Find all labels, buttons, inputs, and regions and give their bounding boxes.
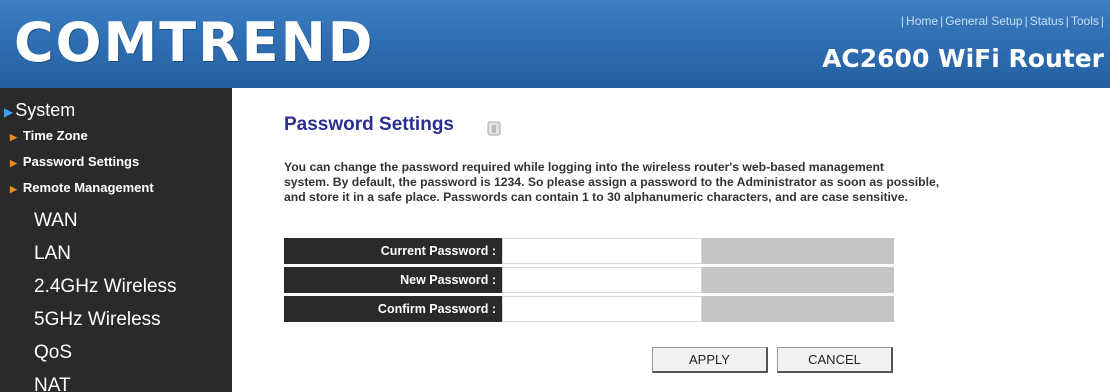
nav-link-general-setup[interactable]: General Setup	[945, 14, 1022, 28]
confirm-password-label: Confirm Password :	[284, 296, 502, 322]
sidebar-item-lan[interactable]: LAN	[34, 243, 177, 276]
top-nav-links: | Home | General Setup | Status | Tools |	[900, 14, 1104, 28]
sidebar-menu: WAN LAN 2.4GHz Wireless 5GHz Wireless Qo…	[34, 210, 177, 392]
sidebar-subitem-label: Time Zone	[22, 128, 88, 143]
description-line: system. By default, the password is 1234…	[284, 175, 940, 189]
apply-button[interactable]: APPLY	[652, 347, 768, 373]
sidebar-subitem-label: Remote Management	[22, 180, 154, 195]
row-filler	[702, 296, 894, 322]
nav-link-tools[interactable]: Tools	[1071, 14, 1099, 28]
confirm-password-field-wrap	[502, 296, 702, 322]
header-banner: COMTREND | Home | General Setup | Status | Tool…	[0, 0, 1110, 88]
new-password-label: New Password :	[284, 267, 502, 293]
sidebar-subitem-password-settings[interactable]: ▶ Password Settings	[10, 154, 154, 180]
sidebar: ▶ System ▶ Time Zone ▶ Password Settings ▶ R…	[0, 88, 232, 392]
password-form: Current Password : New Password : Confir…	[284, 238, 894, 325]
nav-link-status[interactable]: Status	[1030, 14, 1064, 28]
sidebar-item-24ghz-wireless[interactable]: 2.4GHz Wireless	[34, 276, 177, 309]
description-line: You can change the password required whi…	[284, 160, 884, 174]
main-content: Password Settings You can change the pas…	[232, 88, 1110, 392]
new-password-input[interactable]	[503, 268, 701, 292]
sidebar-item-wan[interactable]: WAN	[34, 210, 177, 243]
description-text: You can change the password required whi…	[284, 160, 1110, 205]
sidebar-subitem-time-zone[interactable]: ▶ Time Zone	[10, 128, 154, 154]
page-title: Password Settings	[284, 114, 454, 135]
new-password-field-wrap	[502, 267, 702, 293]
triangle-right-icon: ▶	[4, 105, 14, 119]
triangle-right-icon: ▶	[10, 158, 17, 168]
confirm-password-input[interactable]	[503, 297, 701, 321]
sidebar-item-5ghz-wireless[interactable]: 5GHz Wireless	[34, 309, 177, 342]
sidebar-item-nat[interactable]: NAT	[34, 375, 177, 392]
row-filler	[702, 267, 894, 293]
sidebar-item-qos[interactable]: QoS	[34, 342, 177, 375]
sidebar-subitem-label: Password Settings	[22, 154, 140, 169]
help-icon[interactable]	[486, 120, 502, 136]
cancel-button[interactable]: CANCEL	[777, 347, 893, 373]
nav-link-home[interactable]: Home	[906, 14, 938, 28]
sidebar-item-system[interactable]: ▶ System	[4, 100, 75, 122]
form-row-new-password: New Password :	[284, 267, 894, 293]
row-filler	[702, 238, 894, 264]
product-name: AC2600 WiFi Router	[822, 44, 1104, 73]
form-row-current-password: Current Password :	[284, 238, 894, 264]
sidebar-submenu: ▶ Time Zone ▶ Password Settings ▶ Remote Ma…	[10, 128, 154, 206]
current-password-field-wrap	[502, 238, 702, 264]
description-line: and store it in a safe place. Passwords …	[284, 190, 908, 204]
sidebar-subitem-remote-management[interactable]: ▶ Remote Management	[10, 180, 154, 206]
triangle-right-icon: ▶	[10, 184, 17, 194]
form-row-confirm-password: Confirm Password :	[284, 296, 894, 322]
sidebar-item-label: System	[15, 100, 76, 120]
brand-logo: COMTREND	[14, 11, 375, 74]
current-password-label: Current Password :	[284, 238, 502, 264]
triangle-right-icon: ▶	[10, 132, 17, 142]
current-password-input[interactable]	[503, 239, 701, 263]
